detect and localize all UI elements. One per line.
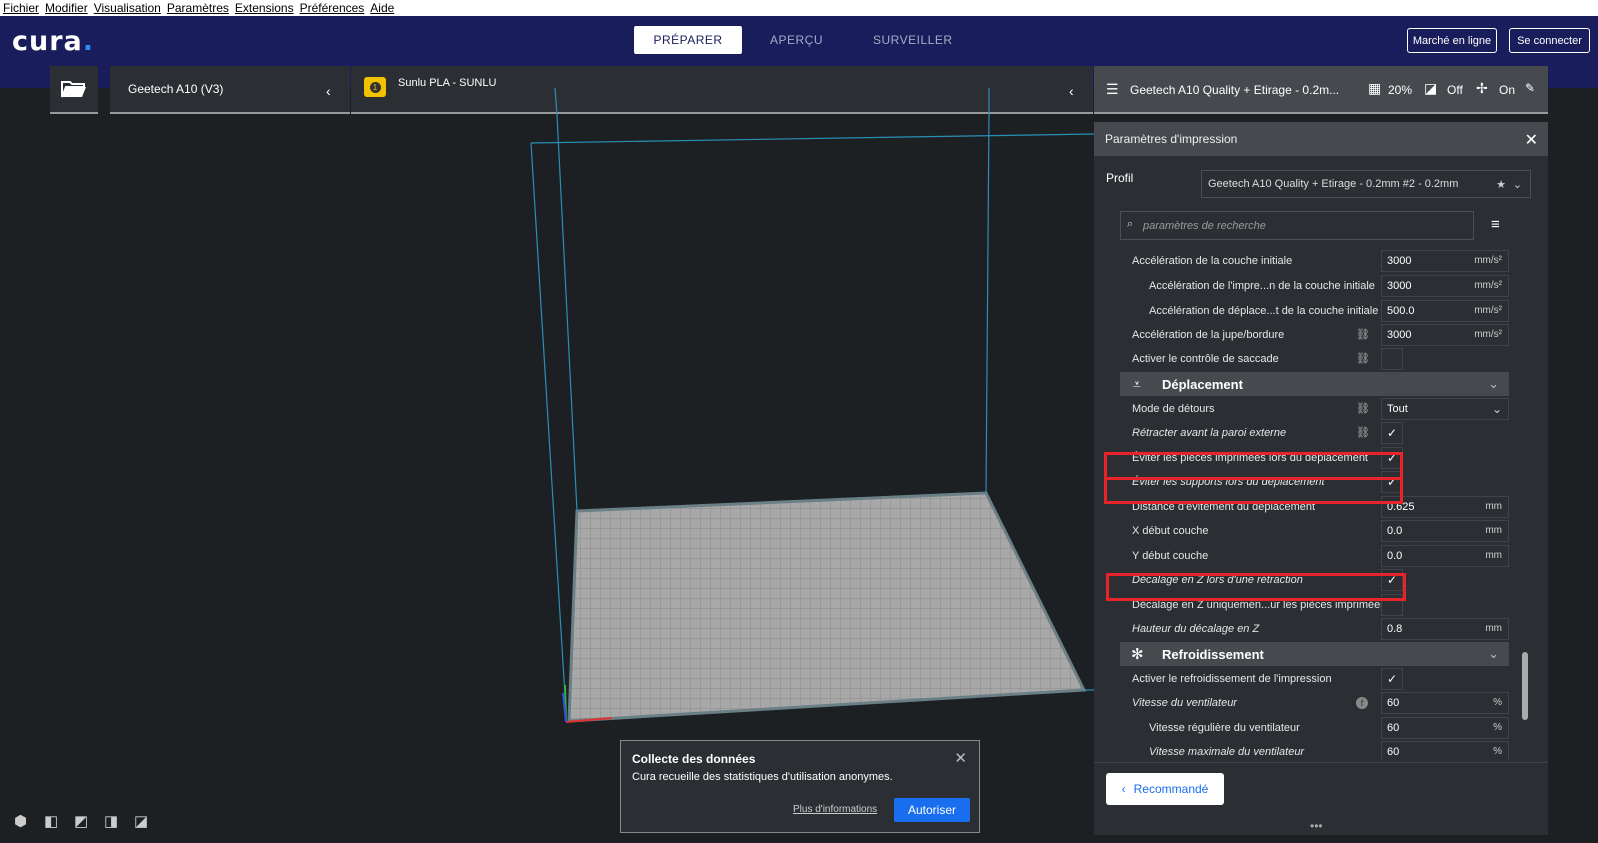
3d-view-icon[interactable]: ⬢ (14, 812, 44, 830)
link-icon: ⛓ (1356, 427, 1370, 439)
recommended-button[interactable]: ‹ Recommandé (1106, 773, 1224, 805)
dialog-title: Collecte des données (632, 752, 756, 766)
print-setup-selector[interactable]: ☰ Geetech A10 Quality + Etirage - 0.2m..… (1094, 66, 1548, 114)
setting-input[interactable]: 0.8 mm (1381, 617, 1509, 640)
settings-scrollbar[interactable] (1522, 652, 1528, 720)
star-icon[interactable]: ★ (1496, 178, 1506, 191)
chevron-left-icon: ‹ (1121, 782, 1126, 796)
front-view-icon[interactable]: ◧ (44, 812, 74, 830)
settings-search-input[interactable]: ⌕ paramètres de recherche (1120, 211, 1474, 240)
infill-value: 20% (1388, 83, 1413, 97)
setting-input[interactable]: 0.0 mm (1381, 544, 1509, 567)
setting-checkbox[interactable] (1381, 347, 1403, 370)
tab-prepare[interactable]: PRÉPARER (634, 26, 742, 54)
travel-icon: ⩡ (1133, 375, 1141, 392)
category-cooling[interactable]: ✻ Refroidissement ⌄ (1120, 642, 1509, 666)
dialog-message: Cura recueille des statistiques d'utilis… (632, 771, 893, 783)
highlight-box (1106, 573, 1406, 601)
setting-dropdown[interactable]: Tout ⌄ (1381, 397, 1509, 420)
function-icon: f (1356, 696, 1368, 709)
profile-summary: Geetech A10 Quality + Etirage - 0.2m... (1130, 83, 1340, 97)
highlight-box (1104, 452, 1403, 480)
menu-bar: Fichier Modifier Visualisation Paramètre… (0, 0, 1598, 16)
infill-icon: ▦ (1368, 80, 1382, 96)
link-icon: ⛓ (1356, 329, 1370, 341)
setting-checkbox[interactable]: ✓ (1381, 667, 1403, 690)
print-settings-panel: Paramètres d'impression ✕ Profil Geetech… (1094, 122, 1548, 835)
marketplace-button[interactable]: Marché en ligne (1407, 28, 1497, 53)
fan-icon: ✻ (1131, 646, 1144, 663)
setting-input[interactable]: 500.0 mm/s² (1381, 299, 1509, 322)
panel-footer: ‹ Recommandé ••• (1094, 762, 1548, 835)
data-collection-dialog: Collecte des données Cura recueille des … (620, 740, 980, 833)
setting-row: Activer le contrôle de saccade ⛓ (1094, 346, 1548, 371)
setting-row: Rétracter avant la paroi externe ⛓ ✓ (1094, 420, 1548, 445)
category-travel[interactable]: ⩡ Déplacement ⌄ (1120, 372, 1509, 396)
setting-input[interactable]: 3000 mm/s² (1381, 249, 1509, 272)
chevron-down-icon: ⌄ (1512, 178, 1522, 191)
build-volume (530, 87, 1095, 723)
setting-row: Accélération de l'impre...n de la couche… (1094, 273, 1548, 298)
adhesion-value: On (1499, 83, 1516, 97)
view-orientation-toolbar: ⬢ ◧ ◩ ◨ ◪ (14, 812, 164, 830)
link-icon: ⛓ (1356, 403, 1370, 415)
setting-row: Y début couche 0.0 mm (1094, 543, 1548, 568)
setting-row: Vitesse maximale du ventilateur 60% (1094, 739, 1548, 761)
3d-viewport[interactable] (0, 87, 1095, 843)
resize-handle-icon[interactable]: ••• (1310, 819, 1323, 833)
menu-modifier[interactable]: Modifier (45, 1, 88, 15)
menu-extensions[interactable]: Extensions (235, 1, 294, 15)
menu-preferences[interactable]: Préférences (300, 1, 365, 15)
profile-dropdown[interactable]: Geetech A10 Quality + Etirage - 0.2mm #2… (1201, 170, 1531, 198)
close-icon[interactable]: ✕ (1525, 130, 1538, 150)
panel-title: Paramètres d'impression ✕ (1094, 122, 1548, 156)
setting-row: Hauteur du décalage en Z 0.8 mm (1094, 616, 1548, 641)
cura-logo: cura. (12, 26, 95, 57)
menu-visualisation[interactable]: Visualisation (94, 1, 161, 15)
tab-monitor[interactable]: SURVEILLER (851, 26, 974, 54)
chevron-down-icon: ⌄ (1488, 646, 1499, 661)
setting-input[interactable]: 60% (1381, 691, 1509, 714)
setting-row: Accélération de la couche initiale 3000 m… (1094, 248, 1548, 273)
support-value: Off (1447, 83, 1463, 97)
top-view-icon[interactable]: ◩ (74, 812, 104, 830)
tab-preview[interactable]: APERÇU (748, 26, 845, 54)
right-view-icon[interactable]: ◪ (134, 812, 164, 830)
left-view-icon[interactable]: ◨ (104, 812, 134, 830)
setting-input[interactable]: 3000 mm/s² (1381, 274, 1509, 297)
chevron-down-icon: ⌄ (1491, 401, 1502, 416)
settings-list-icon: ☰ (1106, 81, 1119, 97)
setting-input[interactable]: 60% (1381, 716, 1509, 739)
setting-row: Activer le refroidissement de l'impressi… (1094, 666, 1548, 691)
build-plate (567, 491, 1087, 723)
adhesion-icon: ✢ (1476, 80, 1488, 96)
more-info-link[interactable]: Plus d'informations (793, 804, 877, 815)
settings-menu-icon[interactable]: ≡ (1491, 216, 1500, 233)
setting-input[interactable]: 60% (1381, 740, 1509, 761)
setting-row: Vitesse régulière du ventilateur 60% (1094, 715, 1548, 740)
setting-row: Accélération de la jupe/bordure ⛓ 3000 mm… (1094, 322, 1548, 347)
pencil-icon: ✎ (1525, 81, 1536, 95)
menu-parametres[interactable]: Paramètres (167, 1, 229, 15)
setting-checkbox[interactable]: ✓ (1381, 421, 1403, 444)
setting-row: Vitesse du ventilateur f 60% (1094, 690, 1548, 715)
allow-button[interactable]: Autoriser (894, 798, 970, 822)
menu-aide[interactable]: Aide (370, 1, 394, 15)
link-icon: ⛓ (1356, 353, 1370, 365)
setting-row: Accélération de déplace...t de la couche… (1094, 298, 1548, 323)
chevron-down-icon: ⌄ (1488, 376, 1499, 391)
highlight-box (1104, 477, 1403, 504)
close-icon[interactable]: ✕ (954, 749, 967, 767)
setting-input[interactable]: 3000 mm/s² (1381, 323, 1509, 346)
setting-row: Mode de détours ⛓ Tout ⌄ (1094, 396, 1548, 421)
support-icon: ◪ (1424, 80, 1438, 96)
sign-in-button[interactable]: Se connecter (1509, 28, 1590, 53)
profile-label: Profil (1106, 171, 1134, 185)
setting-row: X début couche 0.0 mm (1094, 518, 1548, 543)
setting-input[interactable]: 0.0 mm (1381, 519, 1509, 542)
menu-fichier[interactable]: Fichier (3, 1, 39, 15)
search-icon: ⌕ (1127, 218, 1134, 230)
